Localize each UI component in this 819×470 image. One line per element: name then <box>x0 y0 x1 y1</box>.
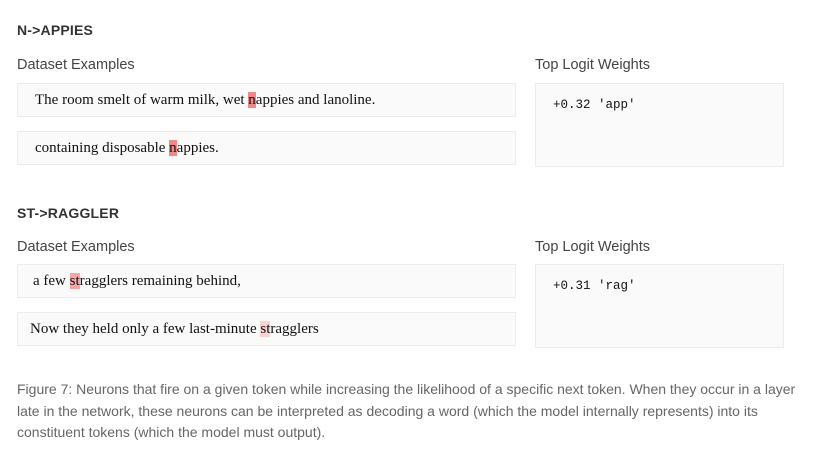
dataset-example: a few stragglers remaining behind, <box>17 264 516 298</box>
figure-caption: Figure 7: Neurons that fire on a given t… <box>17 381 796 440</box>
logit-row: +0.32 'app' <box>553 98 636 112</box>
logit-token: 'rag' <box>598 279 636 293</box>
example-token-highlighted: st <box>69 273 80 289</box>
example-token: The room smelt of warm milk, wet <box>35 92 249 108</box>
example-token: Now they held only a few last-minute <box>30 321 261 337</box>
example-token-highlighted: n <box>169 140 177 156</box>
top-logit-weights-label: Top Logit Weights <box>535 239 650 255</box>
dataset-example: Now they held only a few last-minute str… <box>17 312 516 346</box>
dataset-example: containing disposable nappies. <box>17 131 516 165</box>
example-token: ragglers remaining behind, <box>79 273 241 289</box>
example-token: a few <box>33 273 70 289</box>
neuron-title: ST->RAGGLER <box>17 205 120 221</box>
dataset-examples-label: Dataset Examples <box>17 57 135 73</box>
example-token: containing disposable <box>35 140 170 156</box>
logit-weight: +0.31 <box>553 279 591 293</box>
example-token: appies and lanoline. <box>255 92 376 108</box>
example-token: appies. <box>176 140 219 156</box>
neuron-title: N->APPIES <box>17 22 94 38</box>
example-token: ragglers <box>270 321 319 337</box>
logit-weights-box: +0.31 'rag' <box>535 264 784 348</box>
dataset-examples-label: Dataset Examples <box>17 239 135 255</box>
logit-row: +0.31 'rag' <box>553 279 636 293</box>
logit-token: 'app' <box>598 98 636 112</box>
example-token-highlighted: st <box>260 321 271 337</box>
logit-weight: +0.32 <box>553 98 591 112</box>
example-token-highlighted: n <box>248 92 256 108</box>
logit-weights-box: +0.32 'app' <box>535 83 784 167</box>
top-logit-weights-label: Top Logit Weights <box>535 57 650 73</box>
dataset-example: The room smelt of warm milk, wet nappies… <box>17 83 516 117</box>
